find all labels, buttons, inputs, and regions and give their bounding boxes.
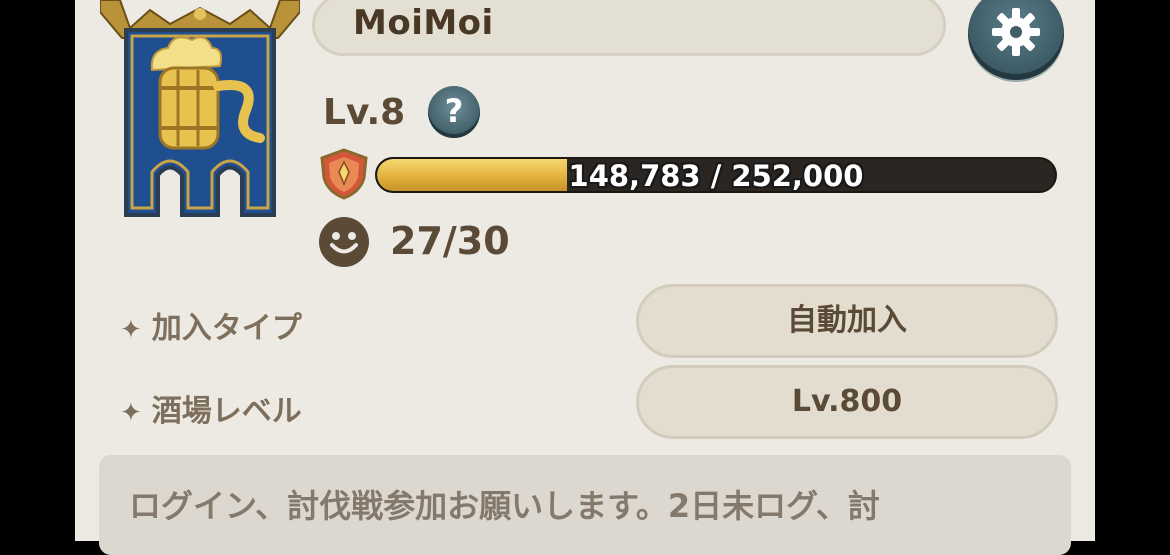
shield-crest-icon: [320, 148, 368, 200]
gear-icon: [992, 8, 1040, 56]
guild-message: ログイン、討伐戦参加お願いします。2日未ログ、討: [129, 487, 880, 525]
level-help-button[interactable]: ?: [428, 86, 480, 138]
tavern-level-button[interactable]: Lv.800: [636, 365, 1058, 439]
guild-name: MoiMoi: [353, 3, 494, 43]
member-count: 27/30: [390, 219, 510, 263]
guild-level: Lv.8: [323, 92, 406, 133]
guild-banner: [100, 0, 300, 222]
question-icon: ?: [444, 92, 464, 130]
star-icon: ✦: [120, 315, 142, 345]
experience-value: 148,783 / 252,000: [568, 159, 864, 193]
experience-bar: 148,783 / 252,000: [375, 157, 1057, 193]
guild-message-box[interactable]: ログイン、討伐戦参加お願いします。2日未ログ、討: [99, 455, 1071, 555]
guild-name-field[interactable]: MoiMoi: [312, 0, 946, 56]
join-type-button[interactable]: 自動加入: [636, 284, 1058, 358]
tavern-level-label: ✦ 酒場レベル: [120, 394, 302, 429]
beer-barrel-icon: [124, 28, 276, 217]
join-type-label: ✦ 加入タイプ: [120, 311, 302, 346]
smile-icon: [319, 217, 369, 267]
star-icon: ✦: [120, 398, 142, 428]
